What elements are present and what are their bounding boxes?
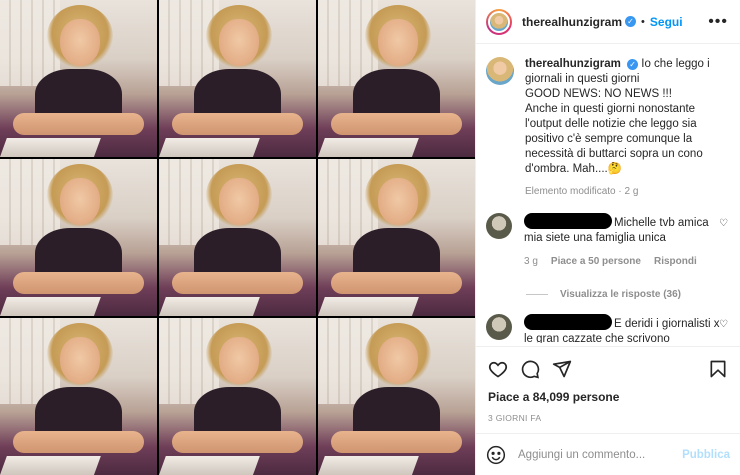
author-avatar[interactable] bbox=[486, 8, 512, 35]
comment-body: Michelle tvb amica mia siete una famigli… bbox=[524, 213, 720, 269]
caption-body: therealhunzigram ✓ Io che leggo i giorna… bbox=[525, 57, 730, 199]
instagram-post-view: therealhunzigram ✓ • Segui ••• therealhu… bbox=[0, 0, 740, 475]
caption-username[interactable]: therealhunzigram bbox=[525, 58, 621, 70]
photo-tile bbox=[318, 0, 475, 157]
follow-button[interactable]: Segui bbox=[650, 15, 683, 29]
action-icons-row bbox=[488, 357, 728, 381]
post-header: therealhunzigram ✓ • Segui ••• bbox=[476, 0, 740, 44]
comment-item: Michelle tvb amica mia siete una famigli… bbox=[486, 213, 730, 269]
verified-icon: ✓ bbox=[627, 59, 639, 70]
post-date[interactable]: 3 GIORNI FA bbox=[488, 413, 728, 423]
post-photo-grid[interactable] bbox=[0, 0, 475, 475]
comment-like-heart-icon[interactable]: ♡ bbox=[719, 219, 728, 229]
view-replies-button[interactable]: Visualizza le risposte (36) bbox=[526, 289, 730, 300]
heart-icon[interactable] bbox=[488, 359, 508, 379]
photo-tile bbox=[0, 0, 157, 157]
comment-input[interactable] bbox=[518, 448, 677, 461]
likes-count[interactable]: Piace a 84,099 persone bbox=[488, 390, 728, 404]
comment-icon[interactable] bbox=[520, 359, 540, 379]
commenter-avatar[interactable] bbox=[486, 213, 512, 239]
publish-button[interactable]: Pubblica bbox=[682, 449, 730, 461]
comment-item: E deridi i giornalisti x le gran cazzate… bbox=[486, 314, 730, 343]
commenter-avatar[interactable] bbox=[486, 314, 512, 340]
reply-button[interactable]: Rispondi bbox=[654, 254, 697, 269]
more-options-icon[interactable]: ••• bbox=[708, 13, 728, 31]
photo-tile bbox=[0, 318, 157, 475]
comment-age: 3 g bbox=[524, 256, 538, 267]
caption-avatar[interactable] bbox=[486, 57, 514, 85]
separator-dot: • bbox=[641, 15, 645, 28]
photo-tile bbox=[159, 0, 316, 157]
bookmark-icon[interactable] bbox=[708, 359, 728, 379]
author-username[interactable]: therealhunzigram bbox=[522, 15, 622, 29]
view-replies-label: Visualizza le risposte (36) bbox=[560, 289, 681, 300]
caption-line: Anche in questi giorni nonostante l'outp… bbox=[525, 103, 703, 175]
share-icon[interactable] bbox=[552, 359, 572, 379]
add-comment-bar: Pubblica bbox=[476, 433, 740, 475]
caption-line: GOOD NEWS: NO NEWS !!! bbox=[525, 88, 672, 100]
photo-tile bbox=[318, 318, 475, 475]
redacted-username bbox=[524, 213, 612, 229]
post-actions: Piace a 84,099 persone 3 GIORNI FA bbox=[476, 346, 740, 423]
comment-meta: 3 g Piace a 50 persone Rispondi bbox=[524, 254, 720, 269]
photo-tile bbox=[159, 159, 316, 316]
comment-likes-link[interactable]: Piace a 50 persone bbox=[551, 254, 641, 269]
comment-body: E deridi i giornalisti x le gran cazzate… bbox=[524, 314, 720, 343]
caption-meta: Elemento modificato · 2 g bbox=[525, 186, 639, 197]
comments-scroll-area[interactable]: therealhunzigram ✓ Io che leggo i giorna… bbox=[476, 45, 740, 343]
photo-tile bbox=[159, 318, 316, 475]
comment-like-heart-icon[interactable]: ♡ bbox=[719, 320, 728, 330]
emoji-icon[interactable] bbox=[486, 445, 506, 465]
post-side-panel: therealhunzigram ✓ • Segui ••• therealhu… bbox=[475, 0, 740, 475]
verified-icon: ✓ bbox=[625, 16, 637, 27]
redacted-username bbox=[524, 314, 612, 330]
replies-divider bbox=[526, 294, 548, 295]
photo-tile bbox=[0, 159, 157, 316]
post-caption: therealhunzigram ✓ Io che leggo i giorna… bbox=[486, 57, 730, 199]
photo-tile bbox=[318, 159, 475, 316]
